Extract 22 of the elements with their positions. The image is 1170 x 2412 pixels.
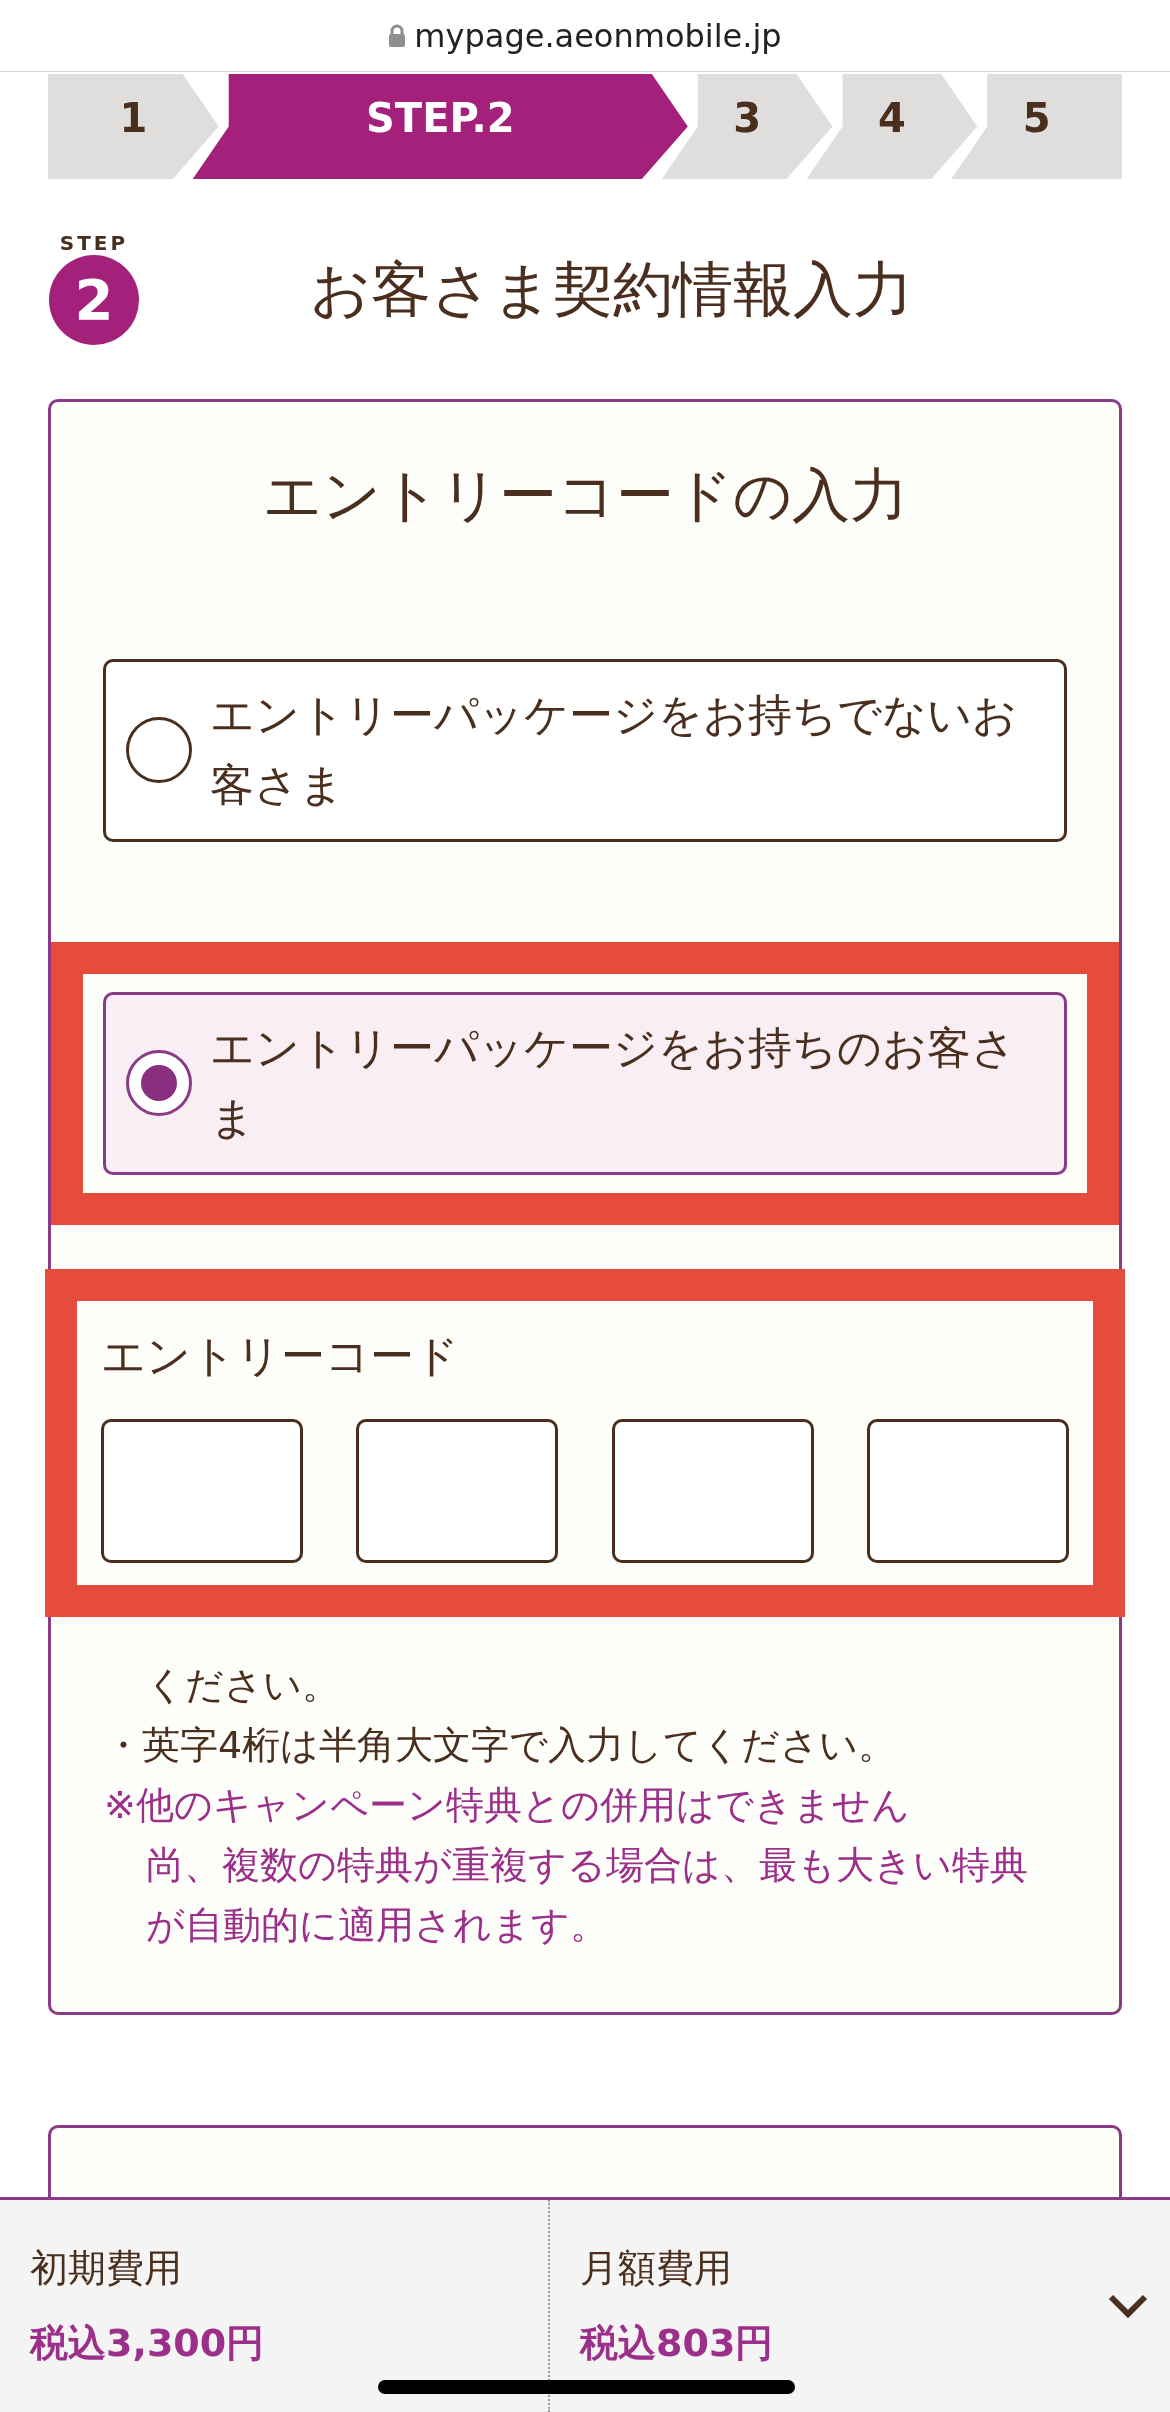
fee-value: 税込803円 (580, 2320, 775, 2367)
note-text: ・英字4桁は半角大文字で入力してください。 (104, 1721, 898, 1769)
note-text: 尚、複数の特典が重複する場合は、最も大きい特典が自動的に適用されます。 (145, 1841, 1029, 1949)
fee-label: 月額費用 (580, 2245, 733, 2292)
note-text: ください。 (145, 1661, 341, 1709)
url-text[interactable]: mypage.aeonmobile.jp (414, 11, 782, 60)
chevron-down-icon[interactable] (1108, 2294, 1148, 2318)
code-input-field[interactable] (356, 1418, 559, 1563)
lock-icon (388, 23, 407, 48)
code-input-field[interactable] (611, 1418, 814, 1563)
note-text: ※他のキャンペーン特典との併用はできません (104, 1781, 911, 1829)
step-number: 2 (49, 255, 139, 345)
fee-label: 初期費用 (30, 2245, 183, 2292)
page-title: お客さま契約情報入力 (308, 253, 914, 326)
step-caption: STEP (59, 233, 129, 253)
field-label: エントリーコード (101, 1328, 460, 1383)
radio-option[interactable]: エントリーパッケージをお持ちのお客さま (103, 991, 1067, 1175)
radio-option[interactable]: エントリーパッケージをお持ちでないお客さま (103, 659, 1067, 842)
card-title: エントリーコードの入力 (261, 460, 909, 531)
code-input-field[interactable] (867, 1418, 1069, 1563)
code-input-field[interactable] (101, 1418, 303, 1563)
fee-value: 税込3,300円 (30, 2320, 266, 2367)
